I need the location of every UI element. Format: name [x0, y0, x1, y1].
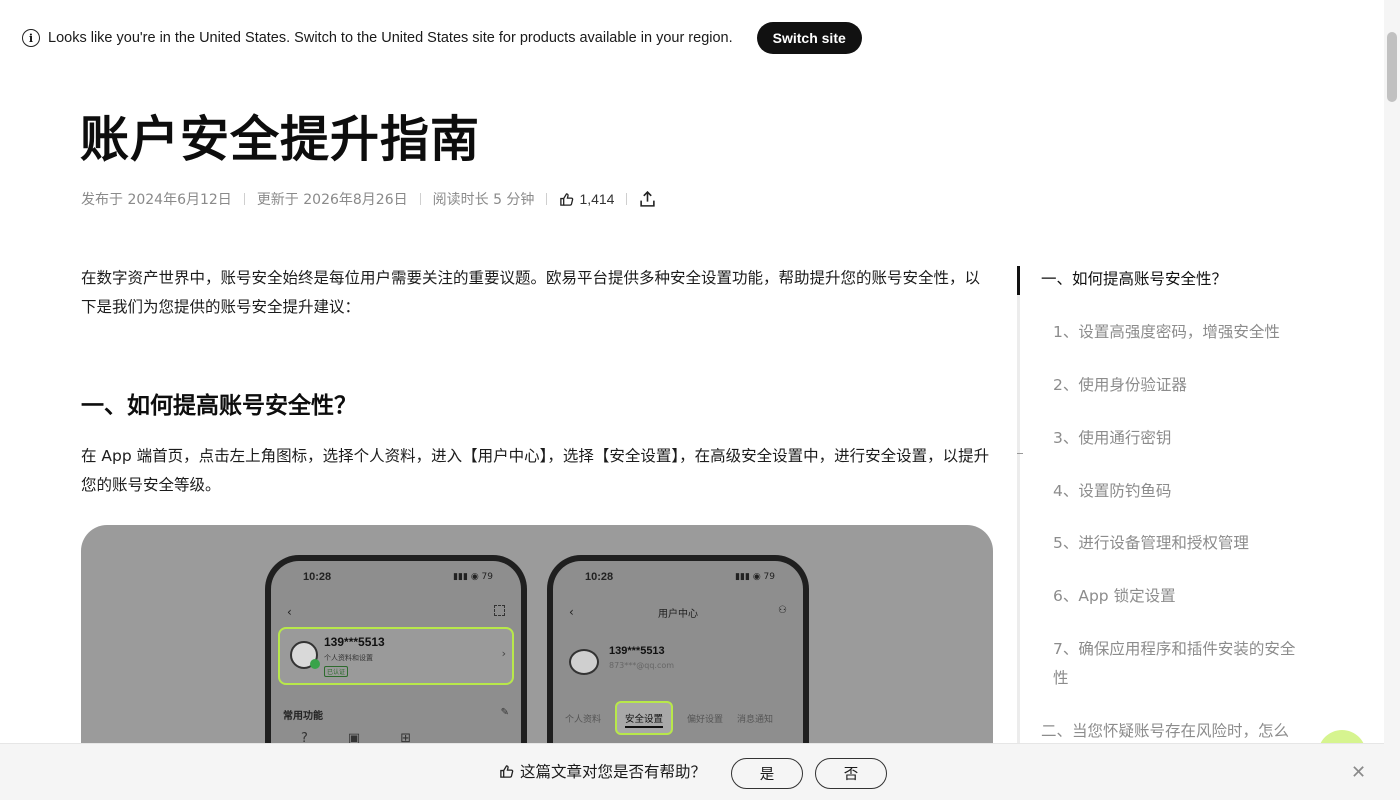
share-icon	[640, 190, 656, 207]
toc-item-authenticator[interactable]: 2、使用身份验证器	[1053, 371, 1309, 400]
article-meta: 发布于 2024年6月12日 更新于 2026年8月26日 阅读时长 5 分钟 …	[81, 186, 656, 212]
toc-item-strong-password[interactable]: 1、设置高强度密码，增强安全性	[1053, 318, 1309, 347]
feedback-yes-button[interactable]: 是	[731, 758, 803, 789]
edit-icon: ✎	[500, 707, 509, 718]
switch-site-button[interactable]: Switch site	[756, 22, 862, 54]
phone-time: 10:28	[585, 571, 614, 583]
profile-phone-number: 139***5513	[324, 635, 385, 649]
like-button[interactable]: 1,414	[559, 191, 614, 207]
toc-item-app-lock[interactable]: 6、App 锁定设置	[1053, 582, 1309, 611]
toc-rail	[1017, 266, 1020, 800]
region-message: Looks like you're in the United States. …	[48, 30, 733, 46]
scan-icon	[494, 605, 505, 616]
toc-item-passkey[interactable]: 3、使用通行密钥	[1053, 424, 1309, 453]
feedback-question: 这篇文章对您是否有帮助？	[499, 760, 706, 782]
tab-profile: 个人资料	[565, 714, 602, 725]
close-icon[interactable]: ✕	[1351, 762, 1366, 783]
phone-mockup-user-center: 10:28 ▮▮▮ ◉ 79 ‹ 用户中心 ⚇ 139***5513 873**…	[547, 555, 809, 765]
phone-status: ▮▮▮ ◉ 79	[453, 572, 493, 582]
chevron-right-icon: ›	[501, 647, 506, 660]
updated-date: 更新于 2026年8月26日	[256, 192, 408, 208]
article-figure: 10:28 ▮▮▮ ◉ 79 ‹ 139***5513 个人资料和设置 已认证 …	[81, 525, 993, 765]
read-time: 阅读时长 5 分钟	[432, 192, 535, 208]
verified-badge: 已认证	[324, 666, 349, 677]
share-button[interactable]	[639, 190, 656, 208]
user-center-title: 用户中心	[658, 609, 698, 620]
region-banner: i Looks like you're in the United States…	[0, 0, 1384, 76]
thumbs-up-icon	[500, 764, 514, 778]
user-email: 873***@qq.com	[609, 661, 675, 670]
divider	[419, 193, 421, 205]
feedback-no-button[interactable]: 否	[815, 758, 887, 789]
toc-item-anti-phishing[interactable]: 4、设置防钓鱼码	[1053, 477, 1309, 506]
intro-paragraph: 在数字资产世界中，账号安全始终是每位用户需要关注的重要议题。欧易平台提供多种安全…	[81, 269, 981, 316]
phone-screen: 10:28 ▮▮▮ ◉ 79 ‹ 139***5513 个人资料和设置 已认证 …	[271, 561, 521, 765]
user-phone-number: 139***5513	[609, 645, 665, 657]
profile-card: 139***5513 个人资料和设置 已认证 ›	[278, 627, 514, 685]
toc-active-indicator	[1017, 266, 1020, 295]
section-paragraph: 在 App 端首页，点击左上角图标，选择个人资料，进入【用户中心】，选择【安全设…	[81, 447, 990, 494]
scrollbar-thumb[interactable]	[1387, 32, 1397, 102]
feedback-bar: 这篇文章对您是否有帮助？ 是 否 ✕	[0, 743, 1384, 800]
phone-status: ▮▮▮ ◉ 79	[735, 572, 775, 582]
user-center-tabs: 个人资料 安全设置 偏好设置 消息通知	[565, 701, 773, 735]
profile-subtitle: 个人资料和设置	[324, 654, 373, 662]
feedback-question-text: 这篇文章对您是否有帮助？	[520, 763, 707, 781]
phone-mockup-home: 10:28 ▮▮▮ ◉ 79 ‹ 139***5513 个人资料和设置 已认证 …	[265, 555, 527, 765]
tab-preferences: 偏好设置	[687, 714, 724, 725]
back-arrow-icon: ‹	[287, 605, 292, 619]
like-count: 1,414	[579, 191, 615, 207]
divider	[546, 193, 548, 205]
article-body: 在数字资产世界中，账号安全始终是每位用户需要关注的重要议题。欧易平台提供多种安全…	[81, 264, 993, 500]
toc-tick	[1017, 453, 1023, 454]
avatar	[569, 649, 599, 675]
toc-item-device-management[interactable]: 5、进行设备管理和授权管理	[1053, 529, 1309, 558]
tab-notifications: 消息通知	[737, 714, 774, 725]
divider	[243, 193, 245, 205]
divider	[626, 193, 628, 205]
thumbs-up-icon	[560, 192, 574, 206]
info-icon: i	[22, 29, 40, 47]
common-functions-label: 常用功能	[283, 711, 323, 722]
user-settings-icon: ⚇	[778, 605, 787, 616]
section-heading: 一、如何提高账号安全性？	[81, 393, 357, 419]
toc-item-section-2[interactable]: 二、当您怀疑账号存在风险时，怎么	[1041, 717, 1311, 746]
page-scrollbar[interactable]	[1384, 0, 1400, 800]
page-title: 账户安全提升指南	[80, 111, 481, 168]
avatar	[290, 641, 320, 669]
phone-screen: 10:28 ▮▮▮ ◉ 79 ‹ 用户中心 ⚇ 139***5513 873**…	[553, 561, 803, 765]
toc-item-app-plugin-safety[interactable]: 7、确保应用程序和插件安装的安全性	[1053, 635, 1309, 693]
toc-item-section-1[interactable]: 一、如何提高账号安全性？	[1041, 265, 1311, 294]
published-date: 发布于 2024年6月12日	[81, 192, 232, 208]
tab-security-settings: 安全设置	[615, 701, 674, 735]
phone-time: 10:28	[303, 571, 332, 583]
